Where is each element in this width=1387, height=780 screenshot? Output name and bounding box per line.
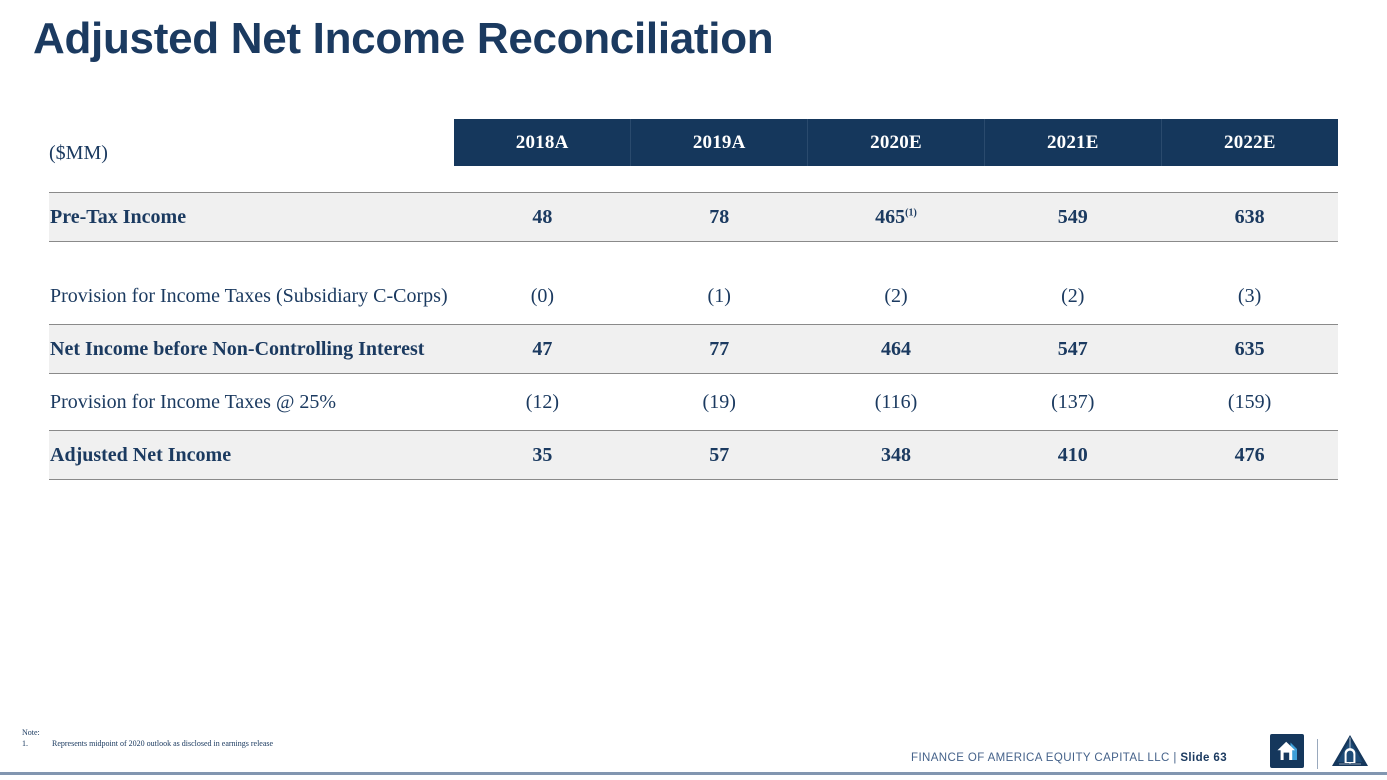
cell-2020e: 348 (807, 430, 985, 480)
adjusted-net-income-table: 2018A 2019A 2020E 2021E 2022E Pre-Tax In… (49, 119, 1338, 480)
row-spacer-top (49, 166, 1338, 193)
cell-2021e: (2) (984, 268, 1162, 325)
spacer-cell (49, 241, 1338, 268)
column-header-2021e: 2021E (983, 119, 1162, 166)
column-header-2018a: 2018A (454, 119, 631, 166)
page-title: Adjusted Net Income Reconciliation (33, 14, 774, 63)
table-row-provision-subsidiary-c-corps: Provision for Income Taxes (Subsidiary C… (49, 268, 1338, 325)
cell-2021e: (137) (984, 373, 1162, 431)
cell-2020e: 465(1) (807, 192, 985, 242)
cell-2022e: (3) (1161, 268, 1338, 325)
cell-2018a: 48 (454, 192, 631, 242)
cell-2020e: 464 (807, 324, 985, 374)
units-label: ($MM) (49, 142, 108, 164)
header-label-spacer (49, 119, 454, 166)
bottom-rule (0, 772, 1387, 775)
cell-2020e: (116) (807, 373, 985, 431)
table-row-net-income-before-nci: Net Income before Non-Controlling Intere… (49, 324, 1338, 374)
column-header-2020e: 2020E (807, 119, 985, 166)
cell-2019a: 57 (630, 430, 808, 480)
spacer-cell (49, 166, 1338, 193)
cell-2019a: (1) (630, 268, 808, 325)
footnote-text: Represents midpoint of 2020 outlook as d… (52, 738, 274, 748)
footer-company: FINANCE OF AMERICA EQUITY CAPITAL LLC (911, 752, 1170, 764)
footer-logos (1270, 734, 1369, 773)
footnotes: Note: 1. Represents midpoint of 2020 out… (22, 728, 273, 750)
footnotes-heading: Note: (22, 728, 40, 737)
footer-separator: | (1173, 752, 1177, 764)
cell-2019a: (19) (630, 373, 808, 431)
footnote-marker: (1) (905, 206, 917, 218)
cell-2021e: 410 (984, 430, 1162, 480)
cell-2022e: (159) (1161, 373, 1338, 431)
financial-table-container: ($MM) 2018A 2019A 2020E 2021E 2022E Pre-… (49, 119, 1338, 480)
cell-2019a: 77 (630, 324, 808, 374)
cell-2020e: (2) (807, 268, 985, 325)
cell-2022e: 476 (1161, 430, 1338, 480)
cell-2018a: 47 (454, 324, 631, 374)
footnote-number: 1. (22, 738, 28, 748)
finance-of-america-house-logo (1270, 734, 1304, 773)
cell-2021e: 549 (984, 192, 1162, 242)
logo-divider (1317, 738, 1318, 769)
row-label: Provision for Income Taxes @ 25% (49, 373, 454, 431)
replay-acquisition-lighthouse-logo (1331, 734, 1369, 773)
row-label: Pre-Tax Income (49, 192, 454, 242)
cell-2022e: 638 (1161, 192, 1338, 242)
table-row-pre-tax-income: Pre-Tax Income 48 78 465(1) 549 638 (49, 192, 1338, 242)
cell-2018a: (0) (454, 268, 631, 325)
row-spacer-mid (49, 241, 1338, 268)
table-row-adjusted-net-income: Adjusted Net Income 35 57 348 410 476 (49, 430, 1338, 480)
table-header-row: 2018A 2019A 2020E 2021E 2022E (49, 119, 1338, 166)
cell-value: 465 (875, 205, 906, 228)
footer-slide-number: Slide 63 (1180, 752, 1227, 764)
cell-2021e: 547 (984, 324, 1162, 374)
row-label: Net Income before Non-Controlling Intere… (49, 324, 454, 374)
column-header-2022e: 2022E (1160, 119, 1338, 166)
cell-2022e: 635 (1161, 324, 1338, 374)
cell-2018a: 35 (454, 430, 631, 480)
column-header-2019a: 2019A (630, 119, 808, 166)
row-label: Adjusted Net Income (49, 430, 454, 480)
footer-attribution: FINANCE OF AMERICA EQUITY CAPITAL LLC | … (911, 752, 1227, 764)
cell-2019a: 78 (630, 192, 808, 242)
row-label: Provision for Income Taxes (Subsidiary C… (49, 268, 454, 325)
cell-2018a: (12) (454, 373, 631, 431)
table-row-provision-25-percent: Provision for Income Taxes @ 25% (12) (1… (49, 373, 1338, 431)
footnote-item: 1. Represents midpoint of 2020 outlook a… (22, 739, 273, 750)
